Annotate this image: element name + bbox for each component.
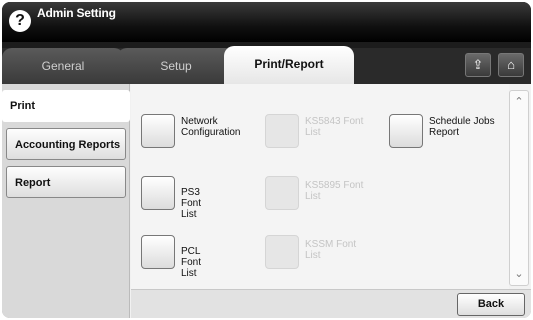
ks5843-font-list-label: KS5843 Font List — [305, 116, 364, 138]
ps3-font-list-label: PS3 Font List — [181, 187, 202, 220]
kssm-font-list-button — [265, 235, 299, 269]
pcl-font-list-button[interactable] — [141, 235, 175, 269]
help-icon[interactable]: ? — [9, 10, 31, 32]
network-configuration-button[interactable] — [141, 114, 175, 148]
tab-setup[interactable]: Setup — [117, 48, 235, 84]
scroll-down-icon[interactable]: ⌄ — [510, 265, 528, 283]
ps3-font-list-button[interactable] — [141, 176, 175, 210]
page-title: Admin Setting — [37, 6, 116, 20]
ks5895-font-list-label: KS5895 Font List — [305, 180, 364, 202]
ks5843-font-list-button — [265, 114, 299, 148]
options-panel: Network Configuration KS5843 Font List S… — [131, 84, 509, 289]
sidebar-item-accounting-reports[interactable]: Accounting Reports — [6, 128, 126, 160]
home-icon[interactable]: ⌂ — [498, 53, 524, 77]
scrollbar[interactable]: ⌃ ⌄ — [509, 90, 529, 286]
tab-print-report[interactable]: Print/Report — [224, 46, 354, 84]
schedule-jobs-report-label: Schedule Jobs Report — [429, 116, 495, 138]
main-area: Print Accounting Reports Report Network … — [2, 84, 531, 318]
job-status-icon[interactable]: ⇪ — [465, 53, 491, 77]
sidebar: Print Accounting Reports Report — [2, 84, 130, 318]
scroll-up-icon[interactable]: ⌃ — [510, 93, 528, 111]
admin-setting-screen: ? Admin Setting General Setup Print/Repo… — [2, 2, 531, 318]
tab-bar: General Setup Print/Report ⇪ ⌂ — [2, 46, 531, 84]
pcl-font-list-label: PCL Font List — [181, 246, 202, 279]
tab-general[interactable]: General — [2, 48, 124, 84]
network-configuration-label: Network Configuration — [181, 116, 241, 138]
kssm-font-list-label: KSSM Font List — [305, 239, 357, 261]
back-button[interactable]: Back — [457, 293, 525, 316]
ks5895-font-list-button — [265, 176, 299, 210]
schedule-jobs-report-button[interactable] — [389, 114, 423, 148]
sidebar-item-report[interactable]: Report — [6, 166, 126, 198]
title-bar: ? Admin Setting — [2, 2, 531, 42]
sidebar-item-print[interactable]: Print — [2, 90, 130, 122]
footer-bar: Back — [131, 289, 531, 318]
